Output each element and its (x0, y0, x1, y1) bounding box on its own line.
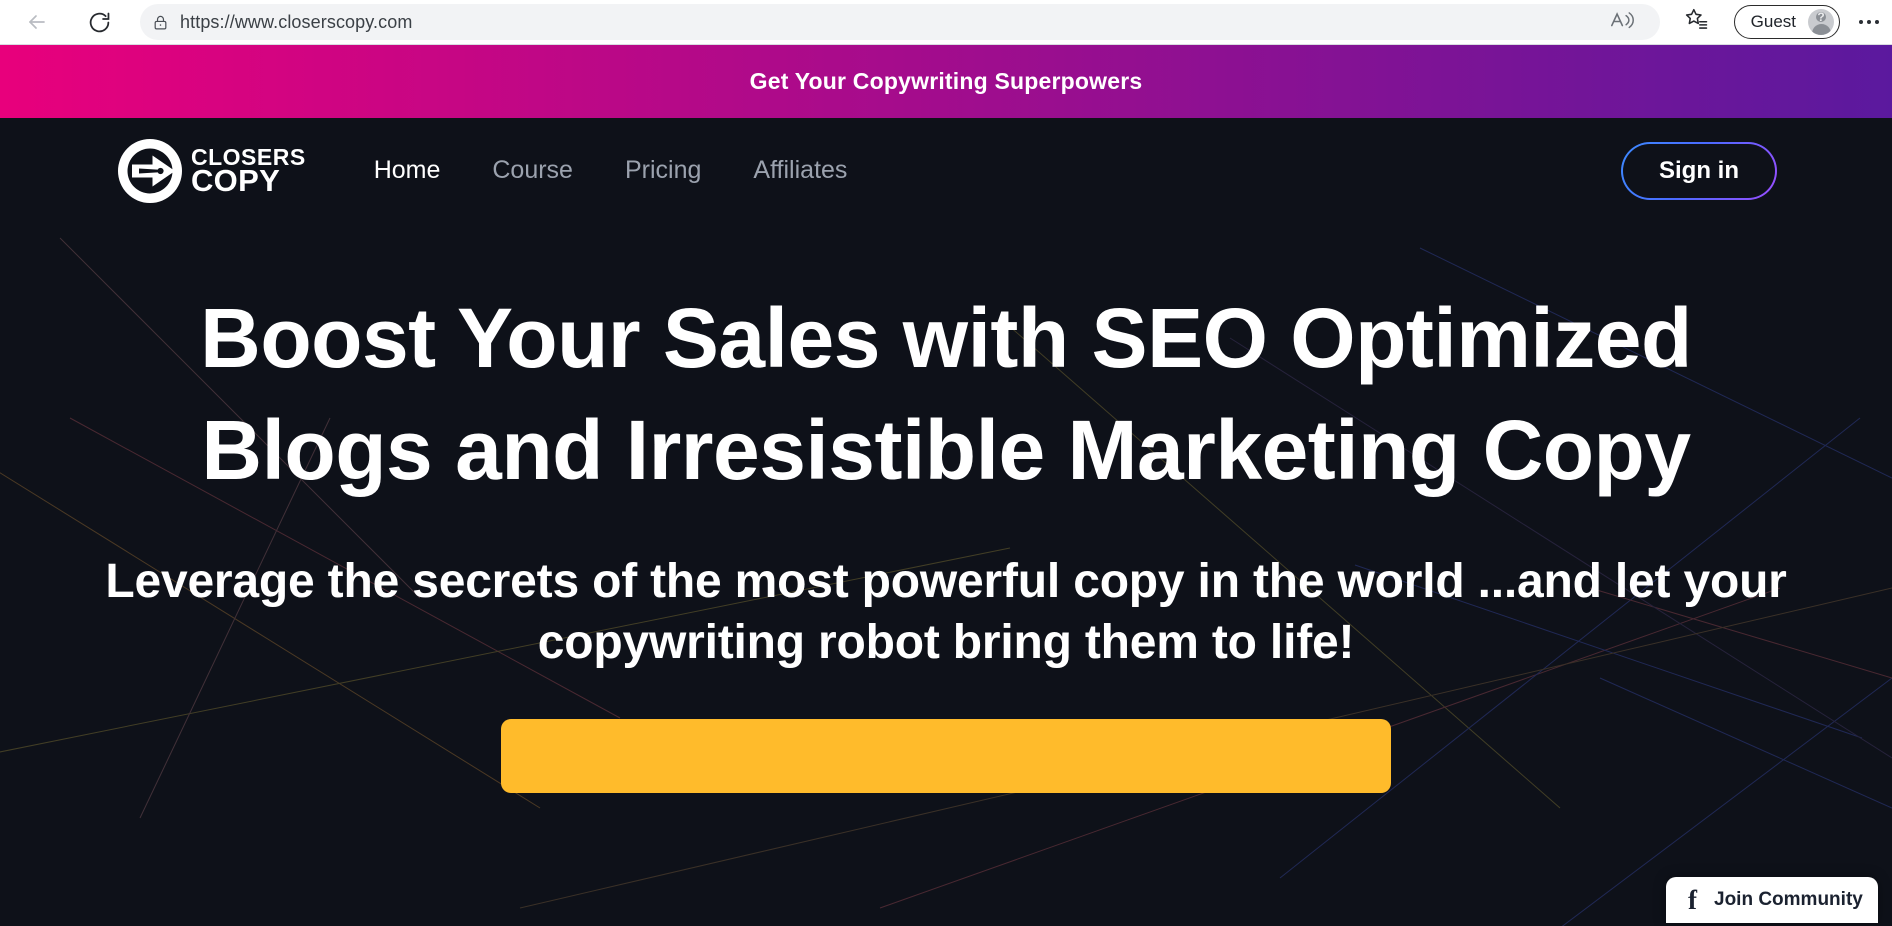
favorites-button[interactable] (1674, 0, 1720, 45)
sign-in-label: Sign in (1623, 143, 1775, 198)
site-logo[interactable]: CLOSERS COPY (116, 137, 306, 205)
address-bar[interactable]: https://www.closerscopy.com (140, 4, 1660, 40)
promo-banner[interactable]: Get Your Copywriting Superpowers (0, 45, 1892, 118)
hero-subheadline: Leverage the secrets of the most powerfu… (105, 555, 1787, 670)
more-options-icon (1859, 20, 1879, 24)
nav-item-course[interactable]: Course (466, 150, 599, 191)
nav-item-home[interactable]: Home (348, 150, 467, 191)
guest-avatar-icon: ? (1808, 9, 1834, 35)
facebook-f-icon: f (1688, 884, 1697, 915)
lock-icon (140, 4, 180, 40)
nav-item-affiliates[interactable]: Affiliates (727, 150, 873, 191)
profile-label: Guest (1750, 12, 1796, 31)
more-options-button[interactable] (1846, 0, 1892, 45)
nav-item-pricing[interactable]: Pricing (599, 150, 727, 191)
main-navigation: Home Course Pricing Affiliates (348, 150, 874, 191)
site-header: CLOSERS COPY Home Course Pricing Affiliates… (0, 118, 1892, 223)
closerscopy-pen-logo-icon (116, 137, 184, 205)
facebook-join-community-widget[interactable]: f Join Community (1666, 877, 1878, 923)
read-aloud-button[interactable] (1593, 5, 1650, 39)
promo-banner-text: Get Your Copywriting Superpowers (749, 68, 1143, 94)
read-aloud-icon (1609, 9, 1635, 36)
facebook-join-community-label: Join Community (1714, 889, 1863, 910)
page-content: CLOSERS COPY Home Course Pricing Affiliates… (0, 118, 1892, 926)
hero-section: Boost Your Sales with SEO Optimized Blog… (0, 223, 1892, 794)
address-bar-url: https://www.closerscopy.com (180, 11, 413, 32)
hero-cta-button[interactable] (501, 719, 1391, 794)
reload-icon (87, 10, 112, 35)
hero-headline: Boost Your Sales with SEO Optimized Blog… (200, 291, 1692, 497)
reload-button[interactable] (76, 0, 122, 45)
logo-text-line2: COPY (191, 162, 281, 198)
hero-cta-row (0, 719, 1892, 794)
arrow-left-icon (25, 10, 49, 34)
favorites-star-icon (1684, 7, 1709, 37)
avatar-badge: ? (1817, 9, 1825, 24)
back-button[interactable] (14, 0, 60, 45)
browser-toolbar: https://www.closerscopy.com Guest ? (0, 0, 1892, 45)
sign-in-button[interactable]: Sign in (1621, 141, 1777, 200)
profile-button[interactable]: Guest ? (1733, 5, 1840, 39)
